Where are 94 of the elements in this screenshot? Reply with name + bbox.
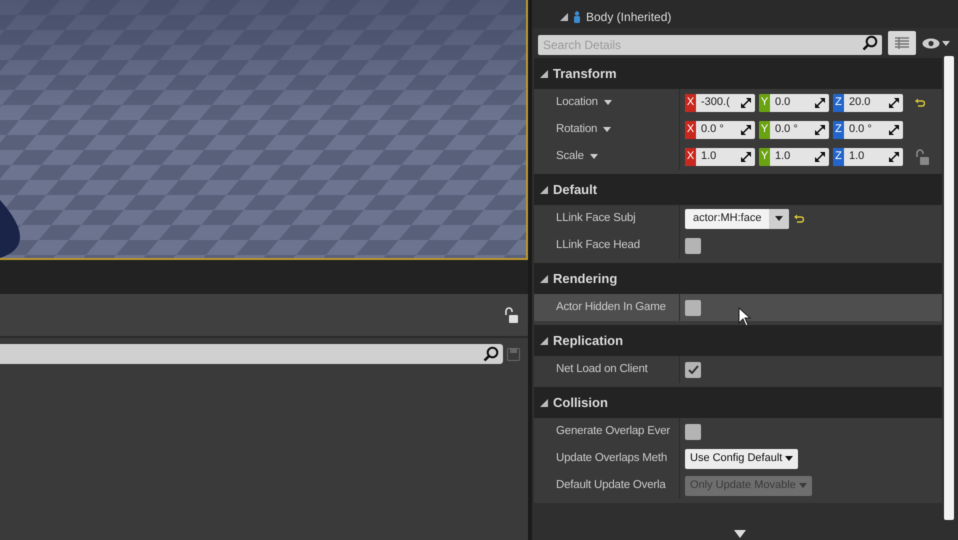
caret-icon (798, 483, 807, 488)
number-value: 0.0 ° (700, 122, 725, 138)
tree-label: Body (Inherited) (586, 9, 672, 26)
number-field[interactable]: Y 0.0 ° (759, 120, 829, 138)
number-value: 20.0 (848, 95, 872, 110)
grid-view-button[interactable] (888, 31, 916, 55)
check-icon (688, 365, 698, 374)
number-field[interactable]: Y 0.0 (759, 94, 829, 112)
eye-icon[interactable] (922, 38, 940, 48)
section-title: Collision (553, 394, 608, 412)
grid-icon (895, 37, 909, 49)
section-header[interactable]: Transform (534, 58, 942, 89)
search-field[interactable]: Search Details (538, 35, 882, 55)
combo-value: actor:MH:face (692, 211, 762, 226)
expand-arrow-icon[interactable] (540, 70, 548, 78)
number-field[interactable]: Z 0.0 ° (833, 120, 903, 138)
number-field[interactable]: Z 1.0 (833, 148, 903, 166)
expand-arrow-icon[interactable] (540, 336, 548, 344)
caret-icon (785, 456, 794, 461)
axis-label: X (685, 148, 696, 166)
number-value: 0.0 (774, 95, 792, 110)
axis-label: Z (833, 94, 844, 112)
property-label: Rotation (556, 122, 598, 137)
mouse-cursor-icon (738, 307, 752, 327)
drag-arrows-icon (889, 124, 899, 134)
checkbox[interactable] (685, 424, 701, 440)
axis-label: Y (759, 120, 770, 138)
search-icon[interactable] (483, 346, 499, 362)
search-field[interactable] (0, 344, 503, 364)
unlock-icon[interactable] (915, 148, 929, 164)
number-value: 0.0 ° (848, 122, 873, 138)
number-field[interactable]: Z 20.0 (833, 94, 903, 112)
unlock-icon[interactable] (504, 307, 518, 323)
scroll-down-icon[interactable] (734, 530, 746, 538)
dropdown-button[interactable]: Use Config Default (685, 448, 798, 468)
number-field[interactable]: X 0.0 ° (685, 120, 755, 138)
property-label: LLink Face Head (556, 238, 640, 253)
expand-arrow-icon[interactable] (540, 186, 548, 194)
expand-arrow-icon[interactable] (540, 398, 548, 406)
property-label: Actor Hidden In Game (556, 300, 666, 315)
checkbox[interactable] (685, 362, 701, 378)
scrollbar[interactable] (944, 56, 954, 520)
property-label: Net Load on Client (556, 362, 648, 377)
section-title: Transform (553, 64, 617, 83)
property-label: Generate Overlap Ever (556, 424, 670, 439)
section-title: Default (553, 180, 598, 199)
section-header[interactable]: Default (534, 174, 942, 205)
axis-label: Y (759, 94, 770, 112)
property-label: LLink Face Subj (556, 210, 636, 226)
caret-icon (604, 100, 612, 105)
search-icon[interactable] (862, 35, 878, 51)
caret-icon (942, 40, 950, 46)
property-label: Update Overlaps Meth (556, 450, 668, 466)
number-value: 1.0 (848, 149, 866, 164)
expand-arrow-icon[interactable] (560, 13, 568, 21)
drag-arrows-icon (741, 98, 751, 108)
drag-arrows-icon (741, 152, 751, 162)
caret-icon (775, 216, 784, 221)
axis-label: Z (833, 120, 844, 138)
section-title: Rendering (553, 270, 618, 288)
checkbox[interactable] (685, 300, 701, 316)
combo-box[interactable]: actor:MH:face (685, 208, 790, 228)
caret-icon (590, 154, 598, 159)
number-value: 1.0 (700, 149, 718, 164)
number-value: 1.0 (774, 149, 792, 164)
drag-arrows-icon (741, 124, 751, 134)
drag-arrows-icon (889, 152, 899, 162)
reset-arrow-icon[interactable] (794, 214, 804, 224)
drag-arrows-icon (815, 98, 825, 108)
drag-arrows-icon (815, 124, 825, 134)
caret-icon (603, 127, 612, 132)
section-header[interactable]: Rendering (534, 263, 942, 294)
drag-arrows-icon (889, 98, 899, 108)
axis-label: X (685, 94, 696, 112)
section-header[interactable]: Replication (534, 325, 942, 356)
number-field[interactable]: Y 1.0 (759, 148, 829, 166)
section-header[interactable]: Collision (534, 387, 942, 418)
section-title: Replication (553, 332, 624, 350)
number-field[interactable]: X 1.0 (685, 148, 755, 166)
number-value: 0.0 ° (774, 122, 799, 138)
expand-arrow-icon[interactable] (540, 274, 548, 282)
checkbox[interactable] (685, 238, 701, 254)
axis-label: Z (833, 148, 844, 166)
property-label: Scale (556, 148, 584, 164)
axis-label: Y (759, 148, 770, 166)
number-value: -300.( (700, 95, 731, 110)
tree-item[interactable]: Body (Inherited) (560, 8, 672, 26)
property-label: Default Update Overla (556, 478, 666, 493)
person-icon (573, 11, 581, 23)
reset-arrow-icon[interactable] (915, 98, 925, 108)
axis-label: X (685, 120, 696, 138)
drag-arrows-icon (815, 152, 825, 162)
property-label: Location (556, 94, 598, 110)
number-field[interactable]: X -300.( (685, 94, 755, 112)
